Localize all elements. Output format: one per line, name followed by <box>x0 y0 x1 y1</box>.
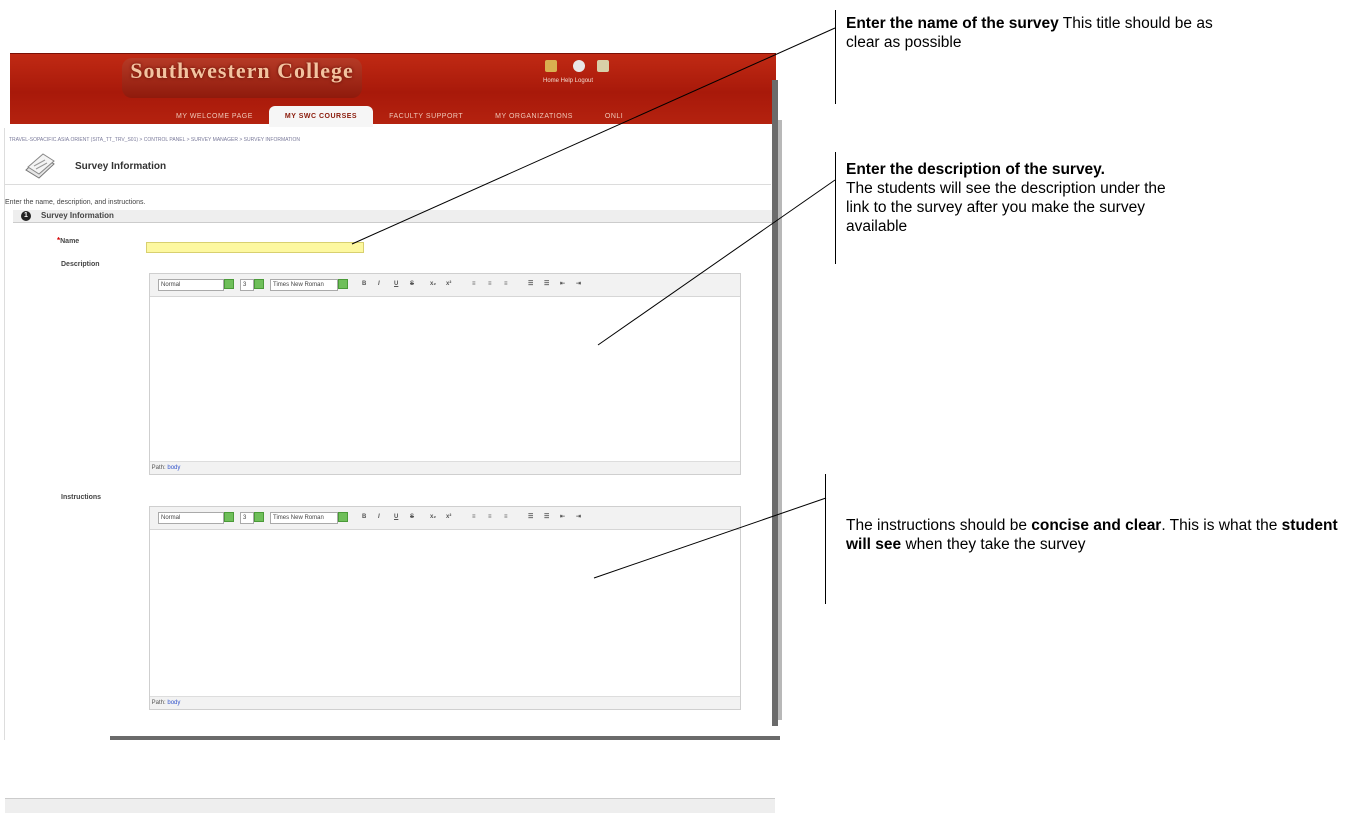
subscript-icon[interactable]: x₂ <box>430 512 436 522</box>
align-center-icon[interactable]: ≡ <box>488 279 492 289</box>
tab-my-swc-courses[interactable]: MY SWC COURSES <box>268 106 374 127</box>
align-left-icon[interactable]: ≡ <box>472 279 476 289</box>
callout-name: Enter the name of the survey This title … <box>846 15 1213 51</box>
section-header: 1 Survey Information <box>13 210 773 223</box>
screenshot-shadow <box>110 736 780 740</box>
callout-bracket <box>835 152 836 264</box>
align-right-icon[interactable]: ≡ <box>504 279 508 289</box>
font-size-select[interactable]: 3 <box>240 512 254 524</box>
page-title: Survey Information <box>75 161 167 172</box>
lms-screenshot: Southwestern College Home Help Logout MY… <box>0 50 784 813</box>
description-editor-toolbar: Normal 3 Times New Roman B I U S x₂ x² ≡… <box>150 274 740 297</box>
italic-icon[interactable]: I <box>378 279 380 289</box>
underline-icon[interactable]: U <box>394 512 398 522</box>
bulleted-list-icon[interactable]: ☰ <box>544 279 549 289</box>
section-title: Survey Information <box>41 211 114 220</box>
superscript-icon[interactable]: x² <box>446 279 451 289</box>
path-body-link[interactable]: body <box>167 465 180 471</box>
bold-icon[interactable]: B <box>362 279 366 289</box>
subscript-icon[interactable]: x₂ <box>430 279 436 289</box>
indent-icon[interactable]: ⇥ <box>576 279 581 289</box>
home-icon[interactable] <box>545 60 557 72</box>
italic-icon[interactable]: I <box>378 512 380 522</box>
callout-description: Enter the description of the survey. The… <box>846 161 1166 235</box>
header-icon-labels: Home Help Logout <box>543 78 594 84</box>
instructions-label: Instructions <box>61 494 102 501</box>
indent-icon[interactable]: ⇥ <box>576 512 581 522</box>
chevron-down-icon[interactable] <box>254 512 264 522</box>
description-label: Description <box>61 261 100 268</box>
outdent-icon[interactable]: ⇤ <box>560 279 565 289</box>
paragraph-style-select[interactable]: Normal <box>158 512 224 524</box>
chevron-down-icon[interactable] <box>224 279 234 289</box>
description-editor-path: Path: body <box>150 461 740 474</box>
strikethrough-icon[interactable]: S <box>410 279 414 289</box>
step-number-badge: 1 <box>21 211 31 221</box>
align-left-icon[interactable]: ≡ <box>472 512 476 522</box>
align-right-icon[interactable]: ≡ <box>504 512 508 522</box>
tab-online[interactable]: ONLI <box>589 106 639 127</box>
numbered-list-icon[interactable]: ☰ <box>528 512 533 522</box>
chevron-down-icon[interactable] <box>254 279 264 289</box>
page-title-row: Survey Information <box>5 150 771 185</box>
font-family-select[interactable]: Times New Roman <box>270 279 338 291</box>
outdent-icon[interactable]: ⇤ <box>560 512 565 522</box>
underline-icon[interactable]: U <box>394 279 398 289</box>
main-content: TRAVEL-SOPACIFIC.ASIA.ORIENT (SITA_TT_TR… <box>4 128 775 813</box>
instructions-editor-toolbar: Normal 3 Times New Roman B I U S x₂ x² ≡… <box>150 507 740 530</box>
tab-my-organizations[interactable]: MY ORGANIZATIONS <box>479 106 589 127</box>
numbered-list-icon[interactable]: ☰ <box>528 279 533 289</box>
screenshot-shadow <box>778 120 782 720</box>
name-label-wrap: *Name <box>57 236 79 245</box>
superscript-icon[interactable]: x² <box>446 512 451 522</box>
path-label: Path: <box>151 465 166 471</box>
bulleted-list-icon[interactable]: ☰ <box>544 512 549 522</box>
callout-bracket <box>835 10 836 104</box>
font-size-select[interactable]: 3 <box>240 279 254 291</box>
description-editor[interactable]: Normal 3 Times New Roman B I U S x₂ x² ≡… <box>149 273 741 475</box>
college-logo[interactable]: Southwestern College <box>122 58 362 98</box>
path-body-link[interactable]: body <box>167 700 180 706</box>
align-center-icon[interactable]: ≡ <box>488 512 492 522</box>
survey-pages-icon <box>25 153 55 179</box>
tab-my-welcome-page[interactable]: MY WELCOME PAGE <box>160 106 269 127</box>
paragraph-style-select[interactable]: Normal <box>158 279 224 291</box>
name-input[interactable] <box>146 242 364 253</box>
header-utility-icons: Home Help Logout <box>535 60 635 90</box>
font-family-select[interactable]: Times New Roman <box>270 512 338 524</box>
help-icon[interactable] <box>573 60 585 72</box>
portal-header: Southwestern College Home Help Logout MY… <box>10 53 776 127</box>
chevron-down-icon[interactable] <box>338 279 348 289</box>
tab-faculty-support[interactable]: FACULTY SUPPORT <box>373 106 479 127</box>
breadcrumb[interactable]: TRAVEL-SOPACIFIC.ASIA.ORIENT (SITA_TT_TR… <box>9 137 300 143</box>
instructions-editor-path: Path: body <box>150 696 740 709</box>
callout-bracket <box>825 474 826 604</box>
strikethrough-icon[interactable]: S <box>410 512 414 522</box>
page-instructions: Enter the name, description, and instruc… <box>5 199 146 206</box>
instructions-editor[interactable]: Normal 3 Times New Roman B I U S x₂ x² ≡… <box>149 506 741 710</box>
path-label: Path: <box>151 700 166 706</box>
name-label: Name <box>60 238 80 245</box>
callout-instructions: The instructions should be concise and c… <box>846 517 1338 553</box>
page-footer-strip <box>5 798 775 813</box>
bold-icon[interactable]: B <box>362 512 366 522</box>
chevron-down-icon[interactable] <box>224 512 234 522</box>
chevron-down-icon[interactable] <box>338 512 348 522</box>
portal-tabs: MY WELCOME PAGE MY SWC COURSES FACULTY SUP… <box>160 106 786 127</box>
logout-icon[interactable] <box>597 60 609 72</box>
